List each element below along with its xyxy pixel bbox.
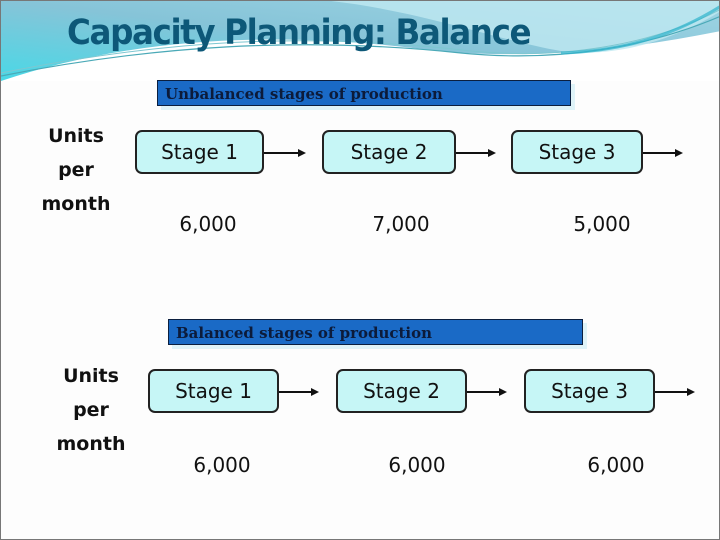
slide: Capacity Planning: Balance Unbalanced st… [0, 0, 720, 540]
row-label-line: Units [63, 365, 119, 387]
unbalanced-stage-3-value: 5,000 [573, 212, 631, 236]
unbalanced-banner: Unbalanced stages of production [157, 80, 571, 106]
arrow-right-icon [456, 149, 496, 157]
row-label-line: month [56, 433, 126, 455]
arrow-right-icon [467, 388, 507, 396]
unbalanced-stage-2: Stage 2 [322, 130, 456, 174]
arrow-right-icon [264, 149, 306, 157]
balanced-stage-2-value: 6,000 [388, 453, 446, 477]
balanced-stage-2: Stage 2 [336, 369, 467, 413]
balanced-stage-3-value: 6,000 [587, 453, 645, 477]
row-label-line: per [58, 159, 94, 181]
balanced-row-label: Units per month [46, 359, 136, 461]
row-label-line: per [73, 399, 109, 421]
row-label-line: Units [48, 125, 104, 147]
unbalanced-stage-3: Stage 3 [511, 130, 643, 174]
balanced-stage-3: Stage 3 [524, 369, 655, 413]
slide-title: Capacity Planning: Balance [67, 13, 532, 53]
unbalanced-stage-2-value: 7,000 [372, 212, 430, 236]
unbalanced-stage-1: Stage 1 [135, 130, 264, 174]
arrow-right-icon [655, 388, 695, 396]
arrow-right-icon [643, 149, 683, 157]
balanced-stage-1: Stage 1 [148, 369, 279, 413]
balanced-banner: Balanced stages of production [168, 319, 583, 345]
unbalanced-row-label: Units per month [31, 119, 121, 221]
unbalanced-stage-1-value: 6,000 [179, 212, 237, 236]
arrow-right-icon [279, 388, 319, 396]
balanced-stage-1-value: 6,000 [193, 453, 251, 477]
row-label-line: month [41, 193, 111, 215]
